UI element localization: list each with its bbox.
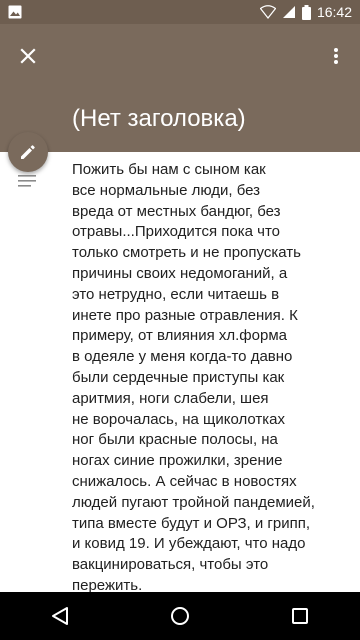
text-lines-icon[interactable] [18, 175, 36, 187]
close-icon [20, 48, 36, 64]
note-title[interactable]: (Нет заголовка) [72, 105, 246, 133]
status-time: 16:42 [316, 4, 352, 20]
more-vert-icon [334, 48, 338, 64]
back-icon [52, 607, 68, 625]
recents-button[interactable] [276, 592, 324, 640]
edit-button[interactable] [8, 132, 48, 172]
recents-icon [292, 608, 308, 624]
pencil-icon [21, 145, 35, 159]
app-bar: (Нет заголовка) [0, 24, 360, 152]
back-button[interactable] [36, 592, 84, 640]
note-body[interactable]: Пожить бы нам с сыном как все нормальные… [72, 160, 350, 597]
wifi-icon [259, 5, 276, 19]
more-options-button[interactable] [324, 40, 348, 72]
home-button[interactable] [156, 592, 204, 640]
status-bar: 16:42 [0, 0, 360, 24]
home-icon [171, 607, 189, 625]
navigation-bar [0, 592, 360, 640]
signal-icon [282, 6, 295, 18]
battery-icon [301, 4, 311, 20]
image-icon [8, 5, 22, 19]
close-button[interactable] [12, 40, 44, 72]
